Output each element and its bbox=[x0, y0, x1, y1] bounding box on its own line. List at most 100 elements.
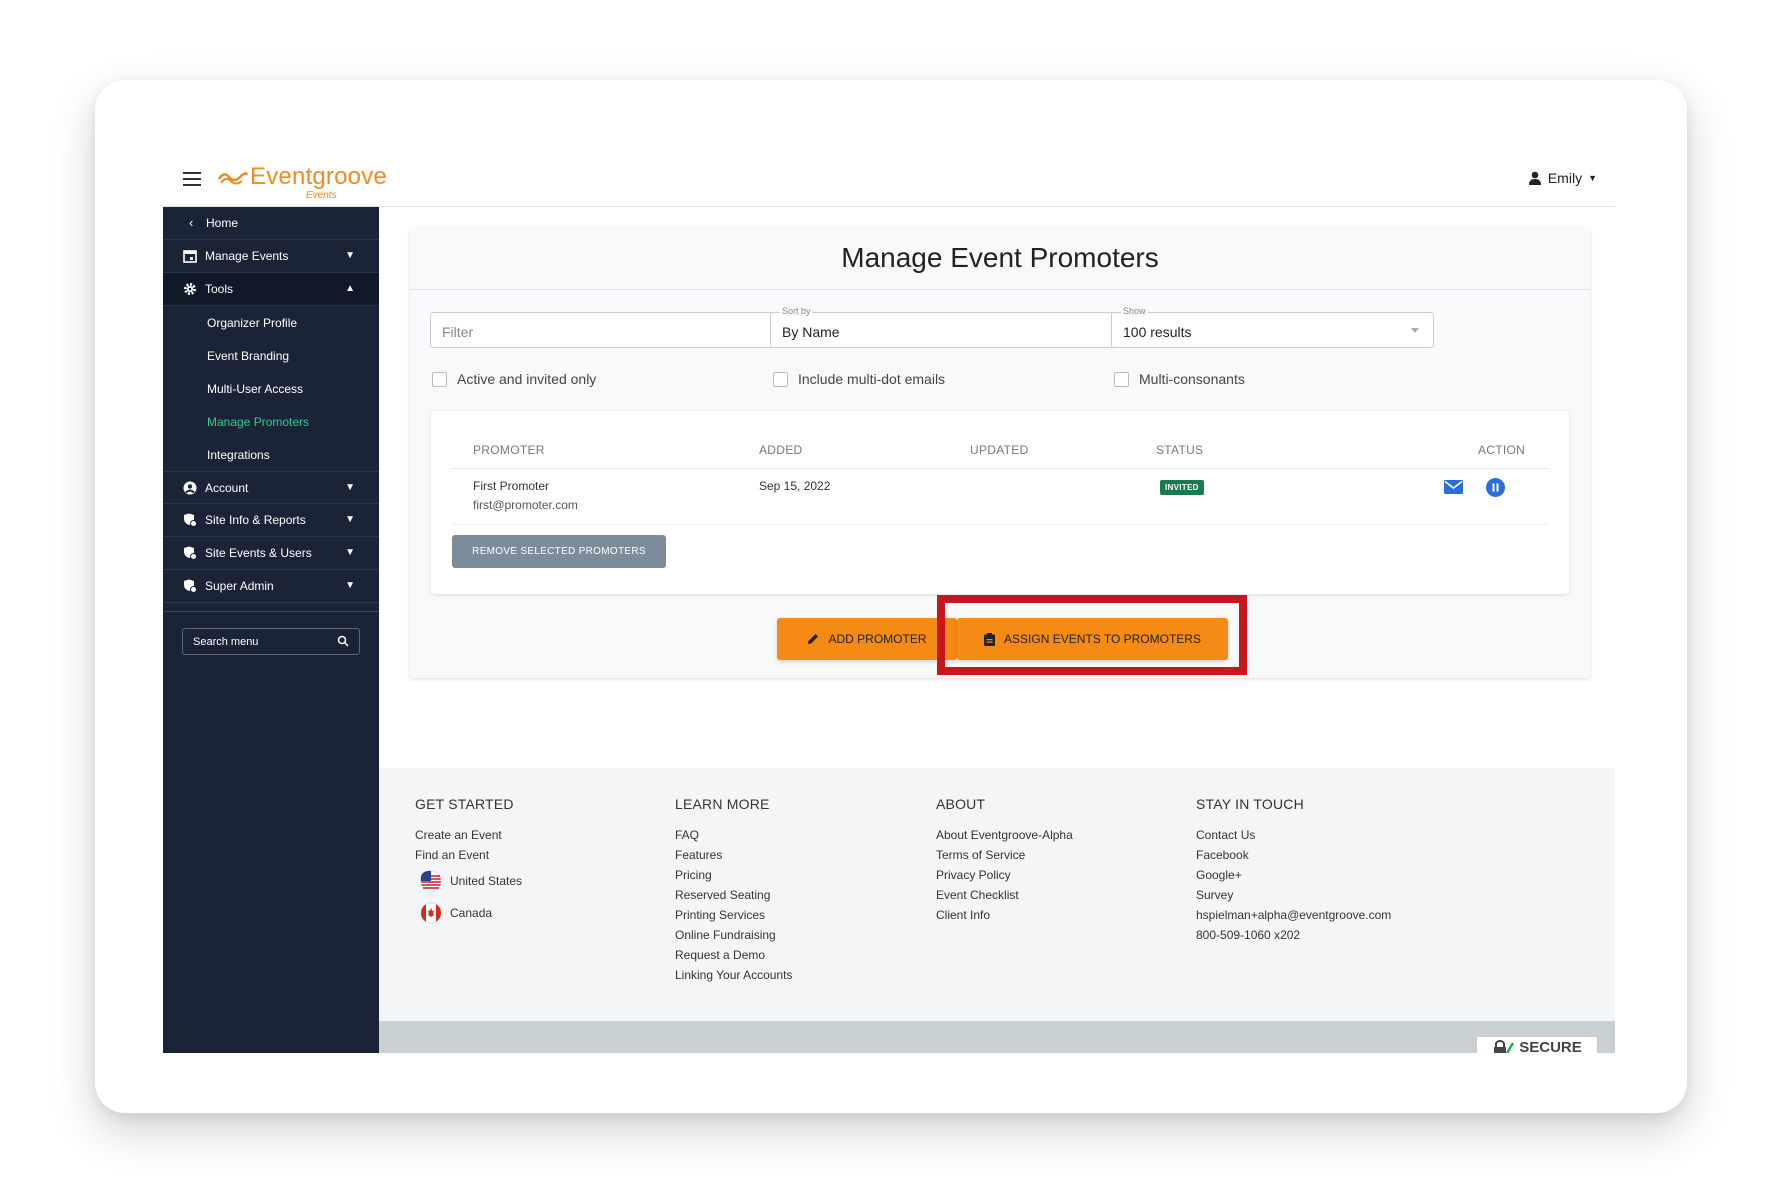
sidebar-item-label: Site Events & Users bbox=[205, 546, 312, 560]
footer-link[interactable]: Terms of Service bbox=[936, 845, 1073, 865]
sidebar-item-label: Account bbox=[205, 480, 249, 495]
chevron-down-icon: ▼ bbox=[345, 547, 355, 558]
sidebar-sub-event-branding[interactable]: Event Branding bbox=[163, 339, 379, 372]
checkbox-multi-dot-emails[interactable]: Include multi-dot emails bbox=[773, 371, 945, 387]
top-bar: Eventgroove Events Emily ▼ bbox=[163, 150, 1615, 207]
checkbox-box[interactable] bbox=[432, 371, 447, 387]
footer-heading: ABOUT bbox=[936, 796, 986, 812]
footer-link[interactable]: About Eventgroove-Alpha bbox=[936, 825, 1073, 845]
footer-link[interactable]: Privacy Policy bbox=[936, 865, 1073, 885]
chevron-left-icon: ‹ bbox=[189, 215, 194, 230]
footer-bottom-bar: SECURE bbox=[379, 1021, 1615, 1053]
promoter-added-date: Sep 15, 2022 bbox=[759, 479, 831, 493]
footer-link[interactable]: Facebook bbox=[1196, 845, 1391, 865]
sidebar-sub-organizer-profile[interactable]: Organizer Profile bbox=[163, 306, 379, 339]
sort-by-select[interactable]: Sort by By Name bbox=[770, 306, 1134, 348]
sidebar-sub-integrations[interactable]: Integrations bbox=[163, 438, 379, 471]
footer-link[interactable]: Survey bbox=[1196, 885, 1391, 905]
sidebar-item-site-events-users[interactable]: Site Events & Users ▼ bbox=[163, 537, 379, 570]
footer-column-about: ABOUT About Eventgroove-Alpha Terms of S… bbox=[936, 796, 1073, 925]
footer-link[interactable]: Pricing bbox=[675, 865, 792, 885]
footer-link[interactable]: Features bbox=[675, 845, 792, 865]
search-icon bbox=[337, 635, 349, 647]
chevron-down-icon: ▼ bbox=[345, 514, 355, 525]
sidebar-search-placeholder: Search menu bbox=[193, 635, 259, 648]
status-badge: INVITED bbox=[1160, 480, 1204, 495]
sidebar-sub-multi-user-access[interactable]: Multi-User Access bbox=[163, 372, 379, 405]
column-header-action: ACTION bbox=[1478, 443, 1526, 457]
gear-icon bbox=[184, 283, 196, 295]
footer-heading: GET STARTED bbox=[415, 796, 514, 812]
table-header-divider bbox=[452, 468, 1548, 469]
show-value: 100 results bbox=[1123, 324, 1192, 340]
hamburger-menu-icon[interactable] bbox=[183, 172, 201, 186]
remove-selected-promoters-button[interactable]: REMOVE SELECTED PROMOTERS bbox=[452, 535, 666, 568]
filter-input[interactable]: Filter bbox=[430, 312, 794, 348]
column-header-status[interactable]: STATUS bbox=[1156, 443, 1203, 457]
footer-heading: LEARN MORE bbox=[675, 796, 770, 812]
footer-link[interactable]: Find an Event bbox=[415, 845, 522, 865]
footer-link[interactable]: Contact Us bbox=[1196, 825, 1391, 845]
sidebar-item-label: Site Info & Reports bbox=[205, 513, 306, 527]
footer-column-learn-more: LEARN MORE FAQ Features Pricing Reserved… bbox=[675, 796, 792, 985]
app-window: Eventgroove Events Emily ▼ ‹ Home Manage… bbox=[163, 150, 1615, 1053]
promoter-name: First Promoter bbox=[473, 479, 550, 493]
pause-icon[interactable] bbox=[1486, 478, 1505, 497]
sidebar-item-site-info-reports[interactable]: Site Info & Reports ▼ bbox=[163, 504, 379, 537]
country-label: Canada bbox=[450, 906, 493, 920]
footer-link[interactable]: Request a Demo bbox=[675, 945, 792, 965]
us-flag-icon bbox=[420, 870, 442, 892]
shield-gear-icon bbox=[184, 579, 197, 593]
footer-link[interactable]: Client Info bbox=[936, 905, 1073, 925]
checkbox-box[interactable] bbox=[1114, 371, 1129, 387]
sidebar-item-manage-events[interactable]: Manage Events ▼ bbox=[163, 240, 379, 273]
footer-link[interactable]: hspielman+alpha@eventgroove.com bbox=[1196, 905, 1391, 925]
column-header-added[interactable]: ADDED bbox=[759, 443, 803, 457]
sort-by-label: Sort by bbox=[780, 306, 813, 316]
sidebar-sub-manage-promoters[interactable]: Manage Promoters bbox=[163, 405, 379, 438]
sidebar-item-super-admin[interactable]: Super Admin ▼ bbox=[163, 570, 379, 603]
chevron-up-icon: ▲ bbox=[345, 283, 355, 294]
shield-gear-icon bbox=[184, 546, 197, 560]
checkbox-box[interactable] bbox=[773, 371, 788, 387]
footer-link[interactable]: Printing Services bbox=[675, 905, 792, 925]
calendar-icon bbox=[183, 250, 197, 263]
footer-link[interactable]: Reserved Seating bbox=[675, 885, 792, 905]
sidebar-item-tools[interactable]: Tools ▲ bbox=[163, 273, 379, 306]
checkbox-active-invited[interactable]: Active and invited only bbox=[432, 371, 596, 387]
footer-link: 800-509-1060 x202 bbox=[1196, 928, 1301, 942]
sidebar-item-label: Super Admin bbox=[205, 579, 274, 593]
promoter-email: first@promoter.com bbox=[473, 498, 578, 512]
add-promoter-button[interactable]: ADD PROMOTER bbox=[777, 618, 957, 660]
footer-link[interactable]: Create an Event bbox=[415, 825, 522, 845]
user-name: Emily bbox=[1547, 170, 1583, 186]
column-header-promoter[interactable]: PROMOTER bbox=[473, 443, 545, 457]
footer-link[interactable]: Linking Your Accounts bbox=[675, 965, 792, 985]
footer-link[interactable]: Online Fundraising bbox=[675, 925, 792, 945]
sidebar-home[interactable]: ‹ Home bbox=[163, 207, 379, 240]
show-results-select[interactable]: Show 100 results bbox=[1111, 306, 1434, 348]
footer-column-stay-in-touch: STAY IN TOUCH Contact Us Facebook Google… bbox=[1196, 796, 1391, 945]
site-footer: GET STARTED Create an Event Find an Even… bbox=[379, 768, 1615, 1021]
lock-icon bbox=[1494, 1040, 1515, 1053]
column-header-updated[interactable]: UPDATED bbox=[970, 443, 1029, 457]
secure-seal: SECURE bbox=[1475, 1035, 1599, 1053]
mail-icon[interactable] bbox=[1444, 480, 1463, 494]
sidebar-item-account[interactable]: Account ▼ bbox=[163, 471, 379, 504]
chevron-down-icon: ▼ bbox=[345, 580, 355, 591]
chevron-down-icon: ▼ bbox=[345, 482, 355, 493]
user-menu[interactable]: Emily ▼ bbox=[1528, 170, 1597, 186]
shield-gear-icon bbox=[184, 513, 197, 527]
caret-down-icon: ▼ bbox=[1588, 173, 1597, 183]
country-united-states[interactable]: United States bbox=[420, 865, 522, 897]
checkbox-multi-consonants[interactable]: Multi-consonants bbox=[1114, 371, 1245, 387]
country-canada[interactable]: Canada bbox=[420, 897, 522, 929]
table-row-divider bbox=[452, 524, 1548, 525]
user-circle-icon bbox=[183, 481, 197, 495]
sidebar-search-input[interactable]: Search menu bbox=[182, 628, 360, 655]
footer-link[interactable]: FAQ bbox=[675, 825, 792, 845]
show-label: Show bbox=[1121, 306, 1148, 316]
promoters-table: PROMOTER ADDED UPDATED STATUS ACTION Fir… bbox=[431, 411, 1569, 594]
footer-link[interactable]: Event Checklist bbox=[936, 885, 1073, 905]
footer-link[interactable]: Google+ bbox=[1196, 865, 1391, 885]
